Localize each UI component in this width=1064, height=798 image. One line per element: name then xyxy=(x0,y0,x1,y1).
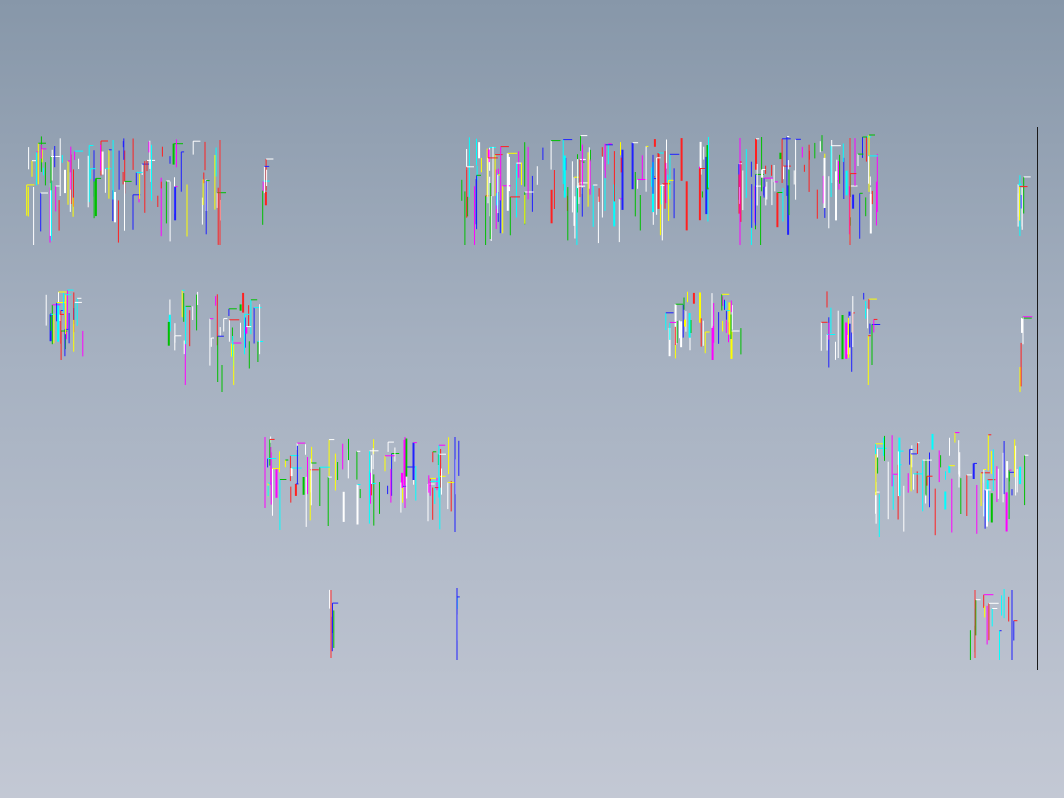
drawing-annotation-cluster xyxy=(461,135,709,245)
drawing-annotation-cluster xyxy=(969,589,1018,660)
drawing-annotation-cluster xyxy=(1017,175,1031,236)
drawing-annotation-cluster xyxy=(456,596,460,641)
drawing-annotation-cluster xyxy=(167,289,264,385)
drawing-annotation-cluster xyxy=(820,291,881,385)
cad-viewport[interactable] xyxy=(0,0,1064,798)
drawing-annotation-cluster xyxy=(738,134,878,245)
drawing-annotation-cluster xyxy=(26,136,226,245)
drawing-annotation-cluster xyxy=(1020,316,1033,387)
drawing-annotation-cluster xyxy=(665,291,742,360)
drawing-annotation-cluster xyxy=(45,289,84,360)
drawing-canvas xyxy=(26,134,1033,660)
drawing-annotation-cluster xyxy=(875,432,1029,537)
drawing-annotation-cluster xyxy=(262,158,274,225)
drawing-annotation-cluster xyxy=(267,436,460,530)
